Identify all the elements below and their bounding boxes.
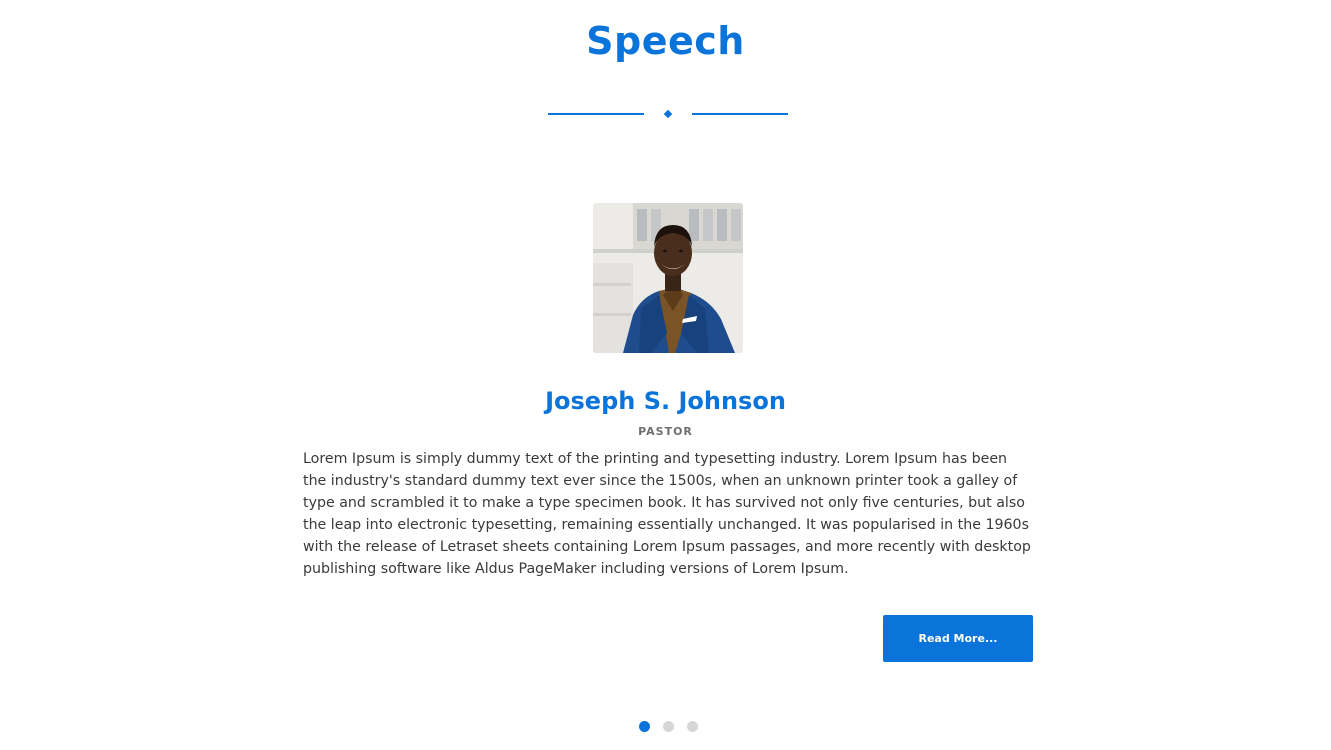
speech-text: Lorem Ipsum is simply dummy text of the … xyxy=(303,451,1031,577)
divider-diamond-icon xyxy=(663,109,673,119)
carousel-dot-3[interactable] xyxy=(687,721,698,732)
carousel-dot-1[interactable] xyxy=(639,721,650,732)
speaker-name: Joseph S. Johnson xyxy=(545,387,786,415)
section-title: Speech xyxy=(586,19,745,63)
read-more-button[interactable]: Read More... xyxy=(883,615,1033,662)
speaker-photo xyxy=(593,203,743,353)
divider-line-right xyxy=(692,113,788,115)
speaker-portrait-icon xyxy=(593,203,743,353)
speaker-role: PASTOR xyxy=(638,425,693,438)
divider-line-left xyxy=(548,113,644,115)
carousel-dot-2[interactable] xyxy=(663,721,674,732)
title-divider xyxy=(548,106,788,122)
carousel-dots xyxy=(639,721,698,732)
speech-section: Speech Joseph S. Johnson PASTOR Lorem Ip… xyxy=(0,0,1331,750)
